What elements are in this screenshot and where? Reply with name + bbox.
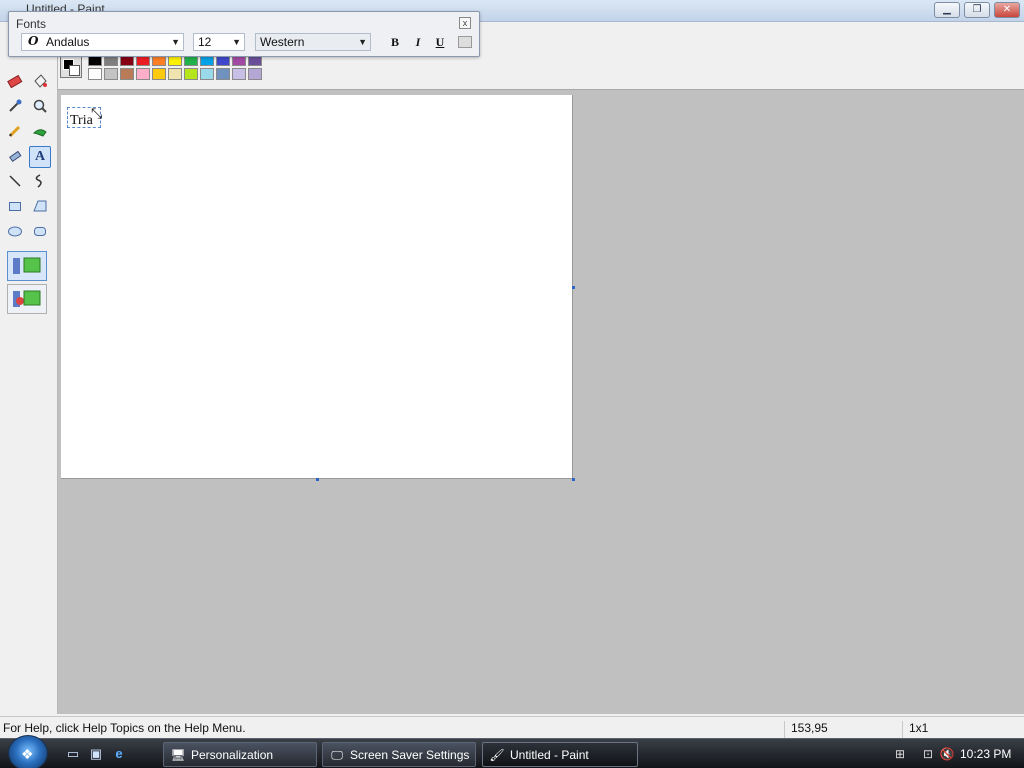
color-swatch[interactable] — [216, 68, 230, 80]
eraser-icon[interactable] — [4, 70, 26, 92]
color-swatch[interactable] — [120, 68, 134, 80]
color-swatch[interactable] — [200, 68, 214, 80]
opentype-font-icon: O — [28, 34, 39, 48]
font-script-value: Western — [260, 35, 305, 49]
fonts-close-button[interactable]: x — [459, 17, 471, 29]
color-swatch[interactable] — [136, 68, 150, 80]
chevron-down-icon: ▼ — [232, 37, 241, 47]
paint-icon: 🖌 — [489, 748, 505, 762]
resize-handle-corner[interactable] — [572, 478, 575, 481]
chevron-down-icon: ▼ — [358, 37, 367, 47]
polygon-icon[interactable] — [29, 195, 51, 217]
restore-button[interactable]: ❐ — [964, 2, 990, 18]
switch-windows-icon[interactable]: ▣ — [87, 746, 105, 762]
tool-box: A — [0, 42, 58, 714]
resize-cursor-icon: ⤡ — [91, 105, 103, 121]
rectangle-icon[interactable] — [4, 195, 26, 217]
typed-text: Tria — [70, 113, 93, 128]
personalization-icon: 🖥 — [170, 748, 186, 762]
taskbar-item-label: Personalization — [191, 748, 274, 762]
network-connection-icon[interactable]: ⊡ — [920, 746, 936, 762]
line-icon[interactable] — [4, 170, 26, 192]
color-swatch[interactable] — [248, 68, 262, 80]
chevron-down-icon: ▼ — [171, 37, 180, 47]
minimize-button[interactable]: ▁ — [934, 2, 960, 18]
network-icon[interactable]: ⊞ — [892, 746, 908, 762]
status-bar: For Help, click Help Topics on the Help … — [0, 716, 1024, 741]
airbrush-icon[interactable] — [4, 145, 26, 167]
ellipse-icon[interactable] — [4, 220, 26, 242]
rounded-rectangle-icon[interactable] — [29, 220, 51, 242]
color-picker-icon[interactable] — [4, 95, 26, 117]
status-help-text: For Help, click Help Topics on the Help … — [3, 721, 246, 735]
taskbar: ❖ ▭ ▣ e 🖥 Personalization 🖵 Screen Saver… — [0, 735, 1024, 768]
internet-explorer-icon[interactable]: e — [110, 746, 128, 762]
taskbar-item-label: Untitled - Paint — [510, 748, 589, 762]
transparent-background-option[interactable] — [7, 284, 47, 314]
vertical-text-button[interactable] — [458, 36, 472, 48]
color-swatch[interactable] — [88, 68, 102, 80]
resize-handle-right[interactable] — [572, 286, 575, 289]
close-button[interactable]: ✕ — [994, 2, 1020, 18]
text-tool-icon[interactable]: A — [29, 146, 51, 168]
show-desktop-icon[interactable]: ▭ — [64, 746, 82, 762]
font-size-value: 12 — [198, 35, 212, 49]
canvas-area: Tria ⤡ — [58, 89, 1024, 714]
resize-handle-bottom[interactable] — [316, 478, 319, 481]
volume-muted-icon[interactable]: 🔇 — [939, 746, 955, 762]
system-tray: ⊞ ⊡ 🔇 10:23 PM — [884, 742, 1022, 766]
color-swatch[interactable] — [152, 68, 166, 80]
font-name-dropdown[interactable]: O Andalus ▼ — [21, 33, 184, 51]
taskbar-item-paint[interactable]: 🖌 Untitled - Paint — [482, 742, 638, 767]
magnifier-icon[interactable] — [29, 95, 51, 117]
color-swatch[interactable] — [168, 68, 182, 80]
fonts-toolbar: Fonts x O Andalus ▼ 12 ▼ Western ▼ B I U — [8, 11, 480, 57]
fill-bucket-icon[interactable] — [29, 70, 51, 92]
opaque-background-option[interactable] — [7, 251, 47, 281]
screen-saver-icon: 🖵 — [331, 748, 343, 762]
fonts-toolbar-title: Fonts — [16, 17, 47, 31]
background-color[interactable] — [69, 65, 80, 76]
bold-button[interactable]: B — [386, 34, 404, 51]
drawing-canvas[interactable]: Tria ⤡ — [61, 95, 573, 479]
taskbar-item-screen-saver-settings[interactable]: 🖵 Screen Saver Settings — [322, 742, 476, 767]
color-swatch[interactable] — [232, 68, 246, 80]
color-swatch[interactable] — [184, 68, 198, 80]
font-script-dropdown[interactable]: Western ▼ — [255, 33, 371, 51]
start-button[interactable]: ❖ — [8, 735, 48, 768]
font-name-value: Andalus — [46, 35, 90, 49]
underline-button[interactable]: U — [431, 34, 449, 51]
color-swatch[interactable] — [104, 68, 118, 80]
italic-button[interactable]: I — [409, 34, 427, 51]
current-colors — [60, 56, 82, 78]
windows-logo-icon: ❖ — [21, 746, 34, 762]
pencil-icon[interactable] — [4, 120, 26, 142]
taskbar-item-label: Screen Saver Settings — [350, 748, 470, 762]
curve-icon[interactable] — [29, 170, 51, 192]
font-size-dropdown[interactable]: 12 ▼ — [193, 33, 245, 51]
clock[interactable]: 10:23 PM — [960, 747, 1011, 761]
taskbar-item-personalization[interactable]: 🖥 Personalization — [163, 742, 317, 767]
brush-icon[interactable] — [29, 120, 51, 142]
